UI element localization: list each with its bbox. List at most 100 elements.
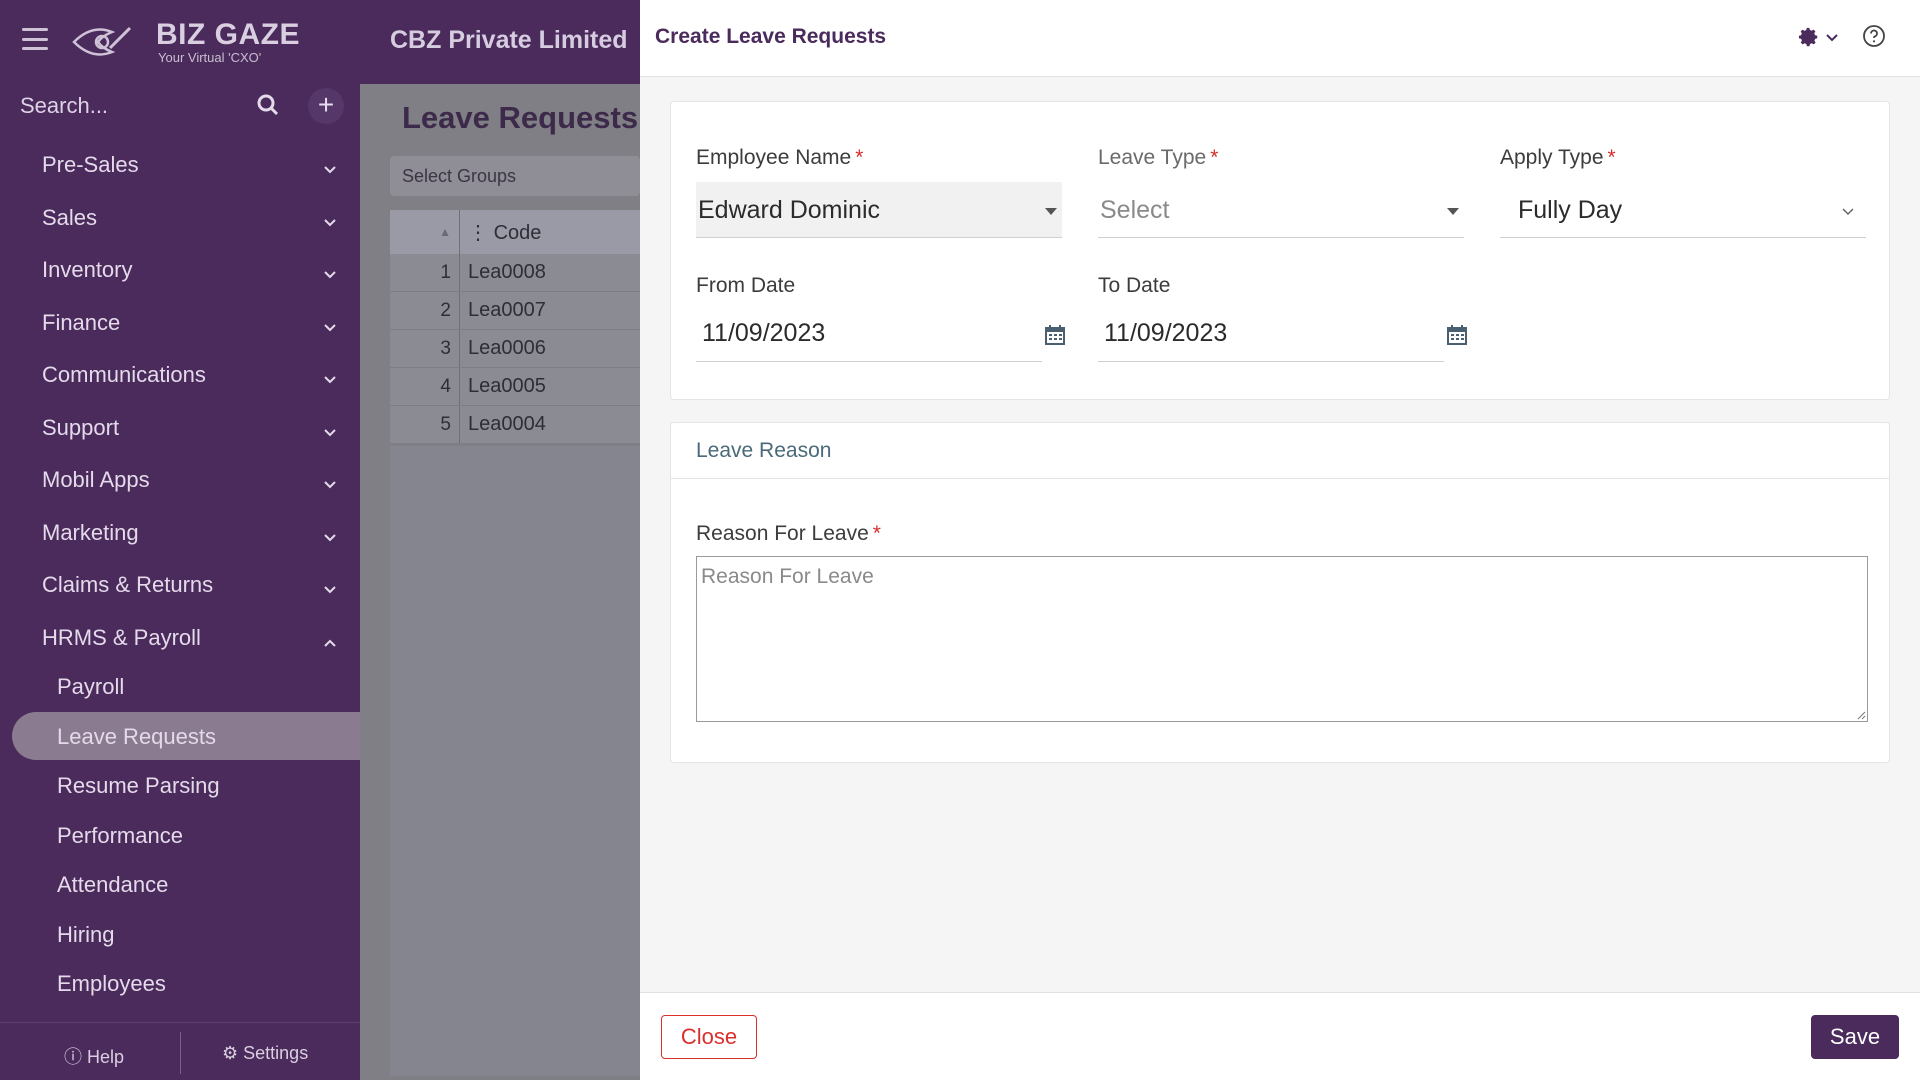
row-number: 5 — [390, 406, 460, 443]
caret-down-icon — [1447, 208, 1459, 215]
sidebar-subitem-leave-requests[interactable]: Leave Requests — [57, 724, 216, 750]
sidebar-subitem-resume-parsing[interactable]: Resume Parsing — [57, 773, 220, 799]
leave-details-card: Employee Name * Edward Dominic Leave Type… — [670, 101, 1890, 400]
settings-label: Settings — [243, 1043, 309, 1063]
chevron-down-icon[interactable] — [324, 479, 336, 491]
sidebar-item-marketing[interactable]: Marketing — [42, 520, 139, 546]
column-header-label: Code — [493, 221, 542, 244]
sidebar-subitem-employees[interactable]: Employees — [57, 971, 166, 997]
chevron-down-icon[interactable] — [324, 269, 336, 281]
help-icon[interactable] — [1862, 24, 1886, 48]
apply-type-select[interactable]: Fully Day — [1500, 182, 1866, 238]
table-row[interactable]: 1 Lea0008 — [390, 254, 640, 292]
row-number: 1 — [390, 254, 460, 291]
sidebar-item-sales[interactable]: Sales — [42, 205, 97, 231]
chevron-down-icon[interactable] — [324, 532, 336, 544]
sidebar-subitem-hiring[interactable]: Hiring — [57, 922, 114, 948]
gear-icon[interactable] — [1798, 26, 1820, 48]
sidebar-subitem-attendance[interactable]: Attendance — [57, 872, 168, 898]
select-groups-dropdown[interactable]: Select Groups — [390, 156, 640, 196]
modal-header: Create Leave Requests — [640, 0, 1920, 77]
chevron-down-icon[interactable] — [324, 322, 336, 334]
divider — [180, 1032, 181, 1074]
reason-textarea[interactable]: Reason For Leave — [696, 556, 1868, 722]
leave-type-select[interactable]: Select — [1098, 182, 1464, 238]
row-code: Lea0008 — [468, 261, 546, 283]
from-date-label: From Date — [696, 274, 796, 297]
help-label: Help — [87, 1047, 125, 1067]
gear-icon: ⚙ — [222, 1043, 239, 1063]
row-code: Lea0005 — [468, 375, 546, 397]
reason-label-text: Reason For Leave — [696, 522, 869, 545]
column-header-code[interactable]: ⋮ Code — [460, 220, 541, 245]
calendar-icon[interactable] — [1446, 324, 1468, 346]
search-icon[interactable] — [257, 94, 279, 116]
sidebar-item-mobil-apps[interactable]: Mobil Apps — [42, 467, 150, 493]
sidebar-subitem-payroll[interactable]: Payroll — [57, 674, 124, 700]
from-date-value: 11/09/2023 — [702, 319, 826, 347]
grid-empty-area — [390, 446, 640, 1076]
required-marker: * — [872, 522, 881, 545]
to-date-input[interactable]: 11/09/2023 — [1098, 307, 1444, 362]
table-row[interactable]: 3 Lea0006 — [390, 330, 640, 368]
sidebar-item-inventory[interactable]: Inventory — [42, 257, 133, 283]
from-date-input[interactable]: 11/09/2023 — [696, 307, 1042, 362]
to-date-value: 11/09/2023 — [1104, 319, 1228, 347]
sort-icon[interactable]: ▲ — [390, 210, 460, 254]
sidebar-search-input[interactable]: Search... — [20, 93, 108, 119]
grid-header: ▲ ⋮ Code — [390, 210, 640, 254]
modal-title: Create Leave Requests — [655, 25, 887, 48]
chevron-down-icon[interactable] — [324, 164, 336, 176]
apply-type-label: Apply Type * — [1500, 146, 1616, 170]
table-row[interactable]: 4 Lea0005 — [390, 368, 640, 406]
logo-text: BIZ GAZE — [156, 18, 300, 51]
row-code: Lea0006 — [468, 337, 546, 359]
sidebar-item-hrms-payroll[interactable]: HRMS & Payroll — [42, 625, 201, 651]
help-circle-icon: ⓘ — [64, 1047, 82, 1067]
required-marker: * — [1607, 146, 1616, 169]
employee-name-select[interactable]: Edward Dominic — [696, 182, 1062, 238]
section-divider — [671, 478, 1889, 479]
sidebar-item-finance[interactable]: Finance — [42, 310, 120, 336]
employee-name-value: Edward Dominic — [698, 196, 881, 224]
leave-reason-section-title: Leave Reason — [696, 439, 832, 462]
table-row[interactable]: 5 Lea0004 — [390, 406, 640, 444]
resize-handle-icon[interactable] — [1856, 710, 1866, 720]
employee-name-label: Employee Name * — [696, 146, 863, 170]
calendar-icon[interactable] — [1044, 324, 1066, 346]
leave-type-label: Leave Type * — [1098, 146, 1218, 170]
employee-name-label-text: Employee Name — [696, 146, 852, 169]
required-marker: * — [1210, 146, 1219, 169]
settings-button[interactable]: ⚙ Settings — [222, 1043, 308, 1064]
logo-tagline: Your Virtual 'CXO' — [158, 50, 262, 65]
create-leave-modal: Create Leave Requests Employee Name * Edw… — [640, 0, 1920, 1080]
chevron-down-icon — [1842, 208, 1854, 216]
sidebar-subitem-performance[interactable]: Performance — [57, 823, 183, 849]
hamburger-menu-icon[interactable] — [22, 28, 48, 50]
help-button[interactable]: ⓘ Help — [64, 1043, 124, 1069]
row-number: 3 — [390, 330, 460, 367]
chevron-down-icon[interactable] — [324, 217, 336, 229]
add-button[interactable]: + — [308, 88, 344, 124]
sidebar-item-communications[interactable]: Communications — [42, 362, 206, 388]
sidebar-item-pre-sales[interactable]: Pre-Sales — [42, 152, 139, 178]
leave-type-placeholder: Select — [1100, 196, 1170, 224]
chevron-down-icon[interactable] — [324, 427, 336, 439]
chevron-up-icon[interactable] — [324, 637, 336, 649]
caret-down-icon — [1045, 208, 1057, 215]
leave-requests-grid: ▲ ⋮ Code 1 Lea0008 2 Lea0007 3 Lea0006 4 Lea000… — [390, 210, 640, 444]
reason-placeholder: Reason For Leave — [701, 565, 874, 588]
close-button[interactable]: Close — [661, 1015, 757, 1059]
apply-type-value: Fully Day — [1518, 196, 1623, 224]
row-code: Lea0004 — [468, 413, 546, 435]
leave-reason-card: Leave Reason Reason For Leave * Reason Fo… — [670, 422, 1890, 763]
chevron-down-icon[interactable] — [324, 584, 336, 596]
table-row[interactable]: 2 Lea0007 — [390, 292, 640, 330]
sidebar-item-claims-returns[interactable]: Claims & Returns — [42, 572, 213, 598]
leave-type-label-text: Leave Type — [1098, 146, 1207, 169]
save-button[interactable]: Save — [1811, 1015, 1899, 1059]
chevron-down-icon[interactable] — [1826, 34, 1838, 42]
row-number: 4 — [390, 368, 460, 405]
sidebar-item-support[interactable]: Support — [42, 415, 119, 441]
chevron-down-icon[interactable] — [324, 374, 336, 386]
